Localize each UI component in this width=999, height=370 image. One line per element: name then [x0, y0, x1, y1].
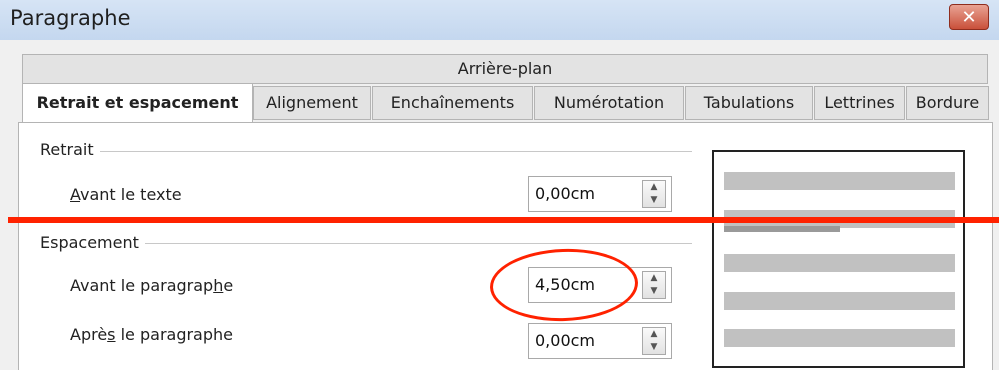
avant-le-paragraphe-label: Avant le paragraphe — [70, 276, 233, 295]
spin-up-icon[interactable]: ▲ — [643, 328, 665, 341]
tab-lettrines[interactable]: Lettrines — [814, 86, 905, 120]
avant-le-texte-label: Avant le texte — [70, 185, 182, 204]
preview-line — [724, 172, 955, 190]
paragraph-preview — [712, 150, 965, 368]
avant-le-paragraphe-mnemonic: h — [213, 276, 224, 295]
annotation-red-line — [8, 217, 999, 223]
tab-bordure[interactable]: Bordure — [906, 86, 989, 120]
retrait-divider — [40, 151, 692, 152]
spin-up-icon[interactable]: ▲ — [643, 272, 665, 285]
tab-retrait-et-espacement[interactable]: Retrait et espacement — [22, 83, 253, 123]
avant-le-paragraphe-label-pre: Avant le paragrap — [70, 276, 214, 295]
preview-line-short — [724, 226, 840, 232]
apres-le-paragraphe-label-post: le paragraphe — [115, 325, 233, 344]
avant-le-paragraphe-spin-buttons[interactable]: ▲ ▼ — [642, 271, 666, 299]
apres-le-paragraphe-spinner[interactable]: 0,00cm ▲ ▼ — [528, 323, 672, 359]
title-bar — [0, 0, 999, 40]
apres-le-paragraphe-mnemonic: s — [107, 325, 116, 344]
spin-down-icon[interactable]: ▼ — [643, 341, 665, 354]
window-title: Paragraphe — [10, 6, 131, 30]
apres-le-paragraphe-label: Après le paragraphe — [70, 325, 233, 344]
avant-le-texte-mnemonic: A — [70, 185, 81, 204]
apres-le-paragraphe-value[interactable]: 0,00cm — [535, 331, 595, 350]
tab-numerotation[interactable]: Numérotation — [534, 86, 684, 120]
tab-tabulations[interactable]: Tabulations — [685, 86, 813, 120]
avant-le-texte-spinner[interactable]: 0,00cm ▲ ▼ — [528, 176, 672, 212]
tab-arriere-plan[interactable]: Arrière-plan — [22, 54, 988, 84]
preview-line — [724, 329, 955, 347]
preview-line — [724, 292, 955, 310]
preview-line — [724, 254, 955, 272]
close-icon: ✕ — [961, 7, 977, 28]
spin-down-icon[interactable]: ▼ — [643, 194, 665, 207]
spin-up-icon[interactable]: ▲ — [643, 181, 665, 194]
avant-le-texte-spin-buttons[interactable]: ▲ ▼ — [642, 180, 666, 208]
apres-le-paragraphe-label-pre: Aprè — [70, 325, 108, 344]
retrait-section-label: Retrait — [40, 140, 100, 159]
avant-le-texte-value[interactable]: 0,00cm — [535, 184, 595, 203]
avant-le-texte-label-rest: vant le texte — [80, 185, 182, 204]
tab-enchainements[interactable]: Enchaînements — [372, 86, 533, 120]
close-button[interactable]: ✕ — [949, 4, 989, 30]
espacement-section-label: Espacement — [40, 233, 145, 252]
avant-le-paragraphe-label-post: e — [223, 276, 234, 295]
apres-le-paragraphe-spin-buttons[interactable]: ▲ ▼ — [642, 327, 666, 355]
spin-down-icon[interactable]: ▼ — [643, 285, 665, 298]
tab-alignement[interactable]: Alignement — [253, 86, 371, 120]
